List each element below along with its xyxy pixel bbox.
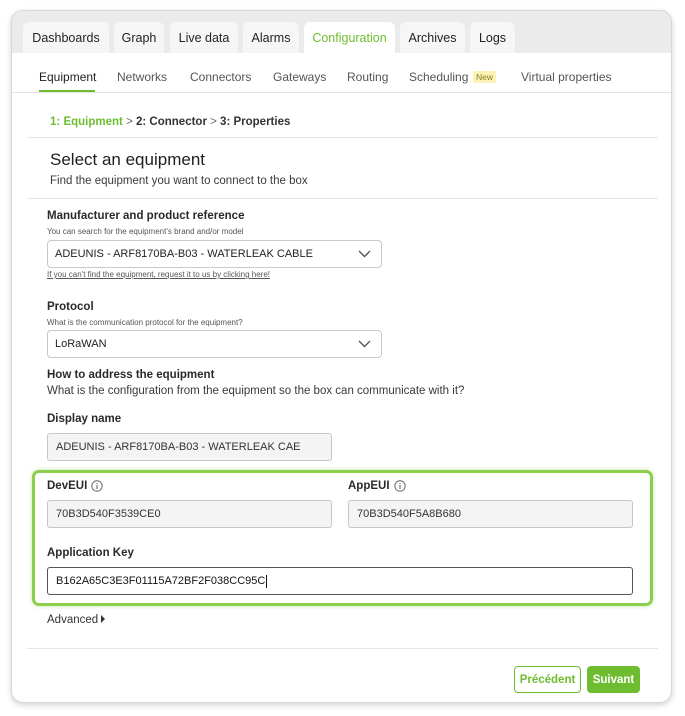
tab-configuration[interactable]: Configuration xyxy=(304,22,395,53)
application-key-field[interactable]: B162A65C3E3F01115A72BF2F038CC95C xyxy=(47,567,633,595)
manufacturer-select[interactable]: ADEUNIS - ARF8170BA-B03 - WATERLEAK CABL… xyxy=(47,240,382,268)
step-2-number: 2: xyxy=(135,116,147,128)
appeui-value: 70B3D540F5A8B680 xyxy=(357,508,461,520)
step-1-number: 1: xyxy=(50,116,61,128)
chevron-down-icon xyxy=(358,250,371,258)
configuration-panel: Dashboards Graph Live data Alarms Config… xyxy=(11,10,672,703)
previous-button[interactable]: Précédent xyxy=(514,666,581,693)
subnav-virtual-properties[interactable]: Virtual properties xyxy=(521,70,612,84)
application-key-value: B162A65C3E3F01115A72BF2F038CC95C xyxy=(56,575,266,587)
text-cursor xyxy=(266,574,268,588)
wizard-steps: 1: Equipment > 2: Connector > 3: Propert… xyxy=(50,116,290,128)
advanced-toggle[interactable]: Advanced xyxy=(47,614,106,626)
divider xyxy=(27,137,658,138)
addressing-description: What is the configuration from the equip… xyxy=(47,385,465,397)
addressing-label: How to address the equipment xyxy=(47,369,215,381)
configuration-subnav: Equipment Networks Connectors Gateways R… xyxy=(12,53,671,93)
info-icon[interactable] xyxy=(394,480,406,492)
display-name-label: Display name xyxy=(47,413,122,425)
advanced-label: Advanced xyxy=(47,614,99,626)
tab-archives[interactable]: Archives xyxy=(400,22,465,53)
display-name-value: ADEUNIS - ARF8170BA-B03 - WATERLEAK CAE xyxy=(56,441,301,453)
deveui-label: DevEUI xyxy=(47,480,88,492)
protocol-hint: What is the communication protocol for t… xyxy=(47,318,243,327)
tab-graph[interactable]: Graph xyxy=(114,22,164,53)
appeui-field[interactable]: 70B3D540F5A8B680 xyxy=(348,500,633,528)
tab-live-data[interactable]: Live data xyxy=(170,22,238,53)
subnav-connectors[interactable]: Connectors xyxy=(190,70,251,84)
step-1-label: Equipment xyxy=(63,116,123,128)
page-subtitle: Find the equipment you want to connect t… xyxy=(50,175,308,187)
step-2-label: Connector xyxy=(149,116,207,128)
next-button[interactable]: Suivant xyxy=(587,666,640,693)
step-3-number: 3: xyxy=(220,116,231,128)
tab-dashboards[interactable]: Dashboards xyxy=(23,22,109,53)
protocol-select[interactable]: LoRaWAN xyxy=(47,330,382,358)
subnav-equipment[interactable]: Equipment xyxy=(39,70,96,84)
deveui-value: 70B3D540F3539CE0 xyxy=(56,508,161,520)
main-tab-bar: Dashboards Graph Live data Alarms Config… xyxy=(12,11,671,53)
application-key-label: Application Key xyxy=(47,547,134,559)
protocol-label: Protocol xyxy=(47,301,94,313)
page-title: Select an equipment xyxy=(50,150,205,169)
info-icon[interactable] xyxy=(91,480,103,492)
display-name-field[interactable]: ADEUNIS - ARF8170BA-B03 - WATERLEAK CAE xyxy=(47,433,332,461)
chevron-down-icon xyxy=(358,340,371,348)
appeui-label: AppEUI xyxy=(348,480,390,492)
divider xyxy=(27,648,658,649)
manufacturer-hint: You can search for the equipment's brand… xyxy=(47,227,244,236)
step-separator: > xyxy=(126,116,133,128)
subnav-gateways[interactable]: Gateways xyxy=(273,70,326,84)
caret-right-icon xyxy=(101,615,106,623)
step-separator: > xyxy=(210,116,217,128)
divider xyxy=(27,198,658,199)
new-badge: New xyxy=(473,71,497,83)
tab-logs[interactable]: Logs xyxy=(470,22,515,53)
active-subnav-indicator xyxy=(39,90,95,92)
request-equipment-link[interactable]: If you can't find the equipment, request… xyxy=(47,270,270,279)
manufacturer-select-value: ADEUNIS - ARF8170BA-B03 - WATERLEAK CABL… xyxy=(55,248,313,260)
subnav-networks[interactable]: Networks xyxy=(117,70,167,84)
subnav-scheduling[interactable]: Scheduling xyxy=(409,70,468,84)
step-3-label: Properties xyxy=(233,116,291,128)
protocol-select-value: LoRaWAN xyxy=(55,338,107,350)
deveui-field[interactable]: 70B3D540F3539CE0 xyxy=(47,500,332,528)
manufacturer-label: Manufacturer and product reference xyxy=(47,210,245,222)
tab-alarms[interactable]: Alarms xyxy=(243,22,299,53)
subnav-routing[interactable]: Routing xyxy=(347,70,388,84)
